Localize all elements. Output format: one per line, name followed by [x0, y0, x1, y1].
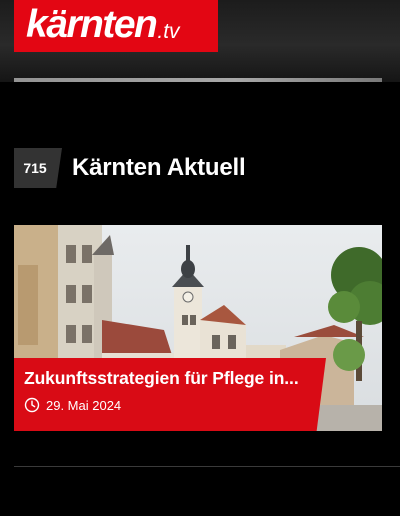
channel-number-badge: 715	[14, 148, 62, 188]
channel-title: Kärnten Aktuell	[72, 154, 246, 181]
logo-text: kärnten	[26, 3, 158, 46]
clock-icon	[24, 397, 40, 413]
header-underline	[14, 78, 382, 82]
video-date-row: 29. Mai 2024	[24, 397, 326, 413]
kaernten-tv-logo[interactable]: kärnten .tv	[14, 0, 218, 52]
channel-header: 715 Kärnten Aktuell	[14, 148, 246, 188]
section-divider	[14, 466, 400, 467]
logo-tld: .tv	[157, 20, 180, 43]
video-caption[interactable]: Zukunftsstrategien für Pflege in... 29. …	[14, 358, 326, 431]
app-header: kärnten .tv	[0, 0, 400, 82]
video-date: 29. Mai 2024	[46, 397, 122, 413]
video-title[interactable]: Zukunftsstrategien für Pflege in...	[24, 368, 326, 389]
video-card[interactable]: Zukunftsstrategien für Pflege in... 29. …	[14, 225, 382, 431]
